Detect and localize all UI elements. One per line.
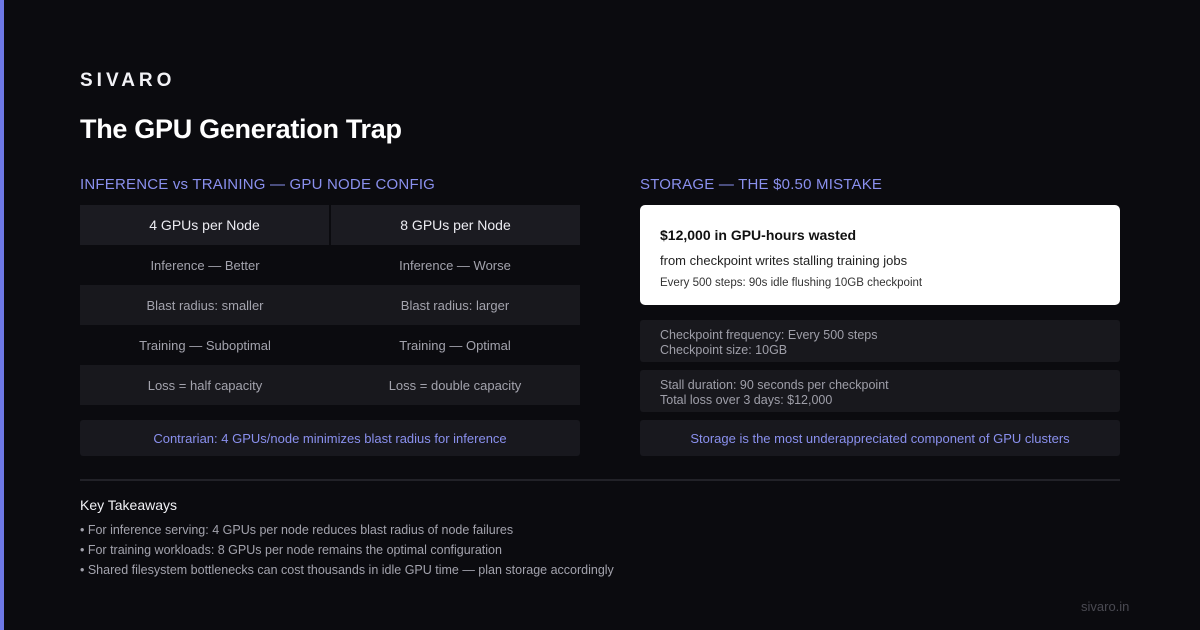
table-cell: Loss = double capacity <box>388 377 522 393</box>
table-cell: Blast radius: smaller <box>146 297 264 313</box>
stat-line: Total loss over 3 days: $12,000 <box>660 393 833 407</box>
wasted-cost-subtitle: from checkpoint writes stalling training… <box>660 253 908 268</box>
section-divider <box>80 479 1120 481</box>
table-cell: Inference — Better <box>150 257 260 273</box>
takeaways-heading: Key Takeaways <box>80 497 178 513</box>
table-row: Loss = half capacity Loss = double capac… <box>80 365 580 405</box>
takeaway-item: • For training workloads: 8 GPUs per nod… <box>80 543 502 557</box>
takeaway-item: • Shared filesystem bottlenecks can cost… <box>80 563 614 577</box>
wasted-cost-title: $12,000 in GPU-hours wasted <box>660 227 857 243</box>
contrarian-callout: Contrarian: 4 GPUs/node minimizes blast … <box>80 420 580 456</box>
brand-logo: SIVARO <box>80 70 176 91</box>
table-row: Training — Suboptimal Training — Optimal <box>80 325 580 365</box>
takeaway-item: • For inference serving: 4 GPUs per node… <box>80 523 514 537</box>
column-header-8gpu: 8 GPUs per Node <box>331 205 580 245</box>
table-cell: Loss = half capacity <box>147 377 263 393</box>
stat-line: Stall duration: 90 seconds per checkpoin… <box>660 378 889 392</box>
stall-stat-card: Stall duration: 90 seconds per checkpoin… <box>640 370 1120 412</box>
stat-line: Checkpoint size: 10GB <box>660 343 788 357</box>
footer-url: sivaro.in <box>1081 599 1130 614</box>
stat-line: Checkpoint frequency: Every 500 steps <box>660 328 878 342</box>
wasted-cost-note: Every 500 steps: 90s idle flushing 10GB … <box>660 277 923 289</box>
accent-bar <box>0 0 4 630</box>
storage-section-heading: STORAGE — THE $0.50 MISTAKE <box>640 176 883 193</box>
table-row: Inference — Better Inference — Worse <box>80 245 580 285</box>
page-title: The GPU Generation Trap <box>80 114 402 144</box>
table-cell: Training — Suboptimal <box>139 337 271 353</box>
checkpoint-stat-card: Checkpoint frequency: Every 500 steps Ch… <box>640 320 1120 362</box>
table-cell: Blast radius: larger <box>400 297 510 313</box>
table-cell: Training — Optimal <box>399 337 511 353</box>
table-row: Blast radius: smaller Blast radius: larg… <box>80 285 580 325</box>
column-header-4gpu: 4 GPUs per Node <box>80 205 329 245</box>
config-section-heading: INFERENCE vs TRAINING — GPU NODE CONFIG <box>80 176 436 193</box>
storage-callout: Storage is the most underappreciated com… <box>640 420 1120 456</box>
wasted-cost-card: $12,000 in GPU-hours wasted from checkpo… <box>640 205 1120 305</box>
table-cell: Inference — Worse <box>399 257 511 273</box>
table-header-row: 4 GPUs per Node 8 GPUs per Node <box>80 205 580 245</box>
gpu-config-table: 4 GPUs per Node 8 GPUs per Node Inferenc… <box>80 205 580 405</box>
